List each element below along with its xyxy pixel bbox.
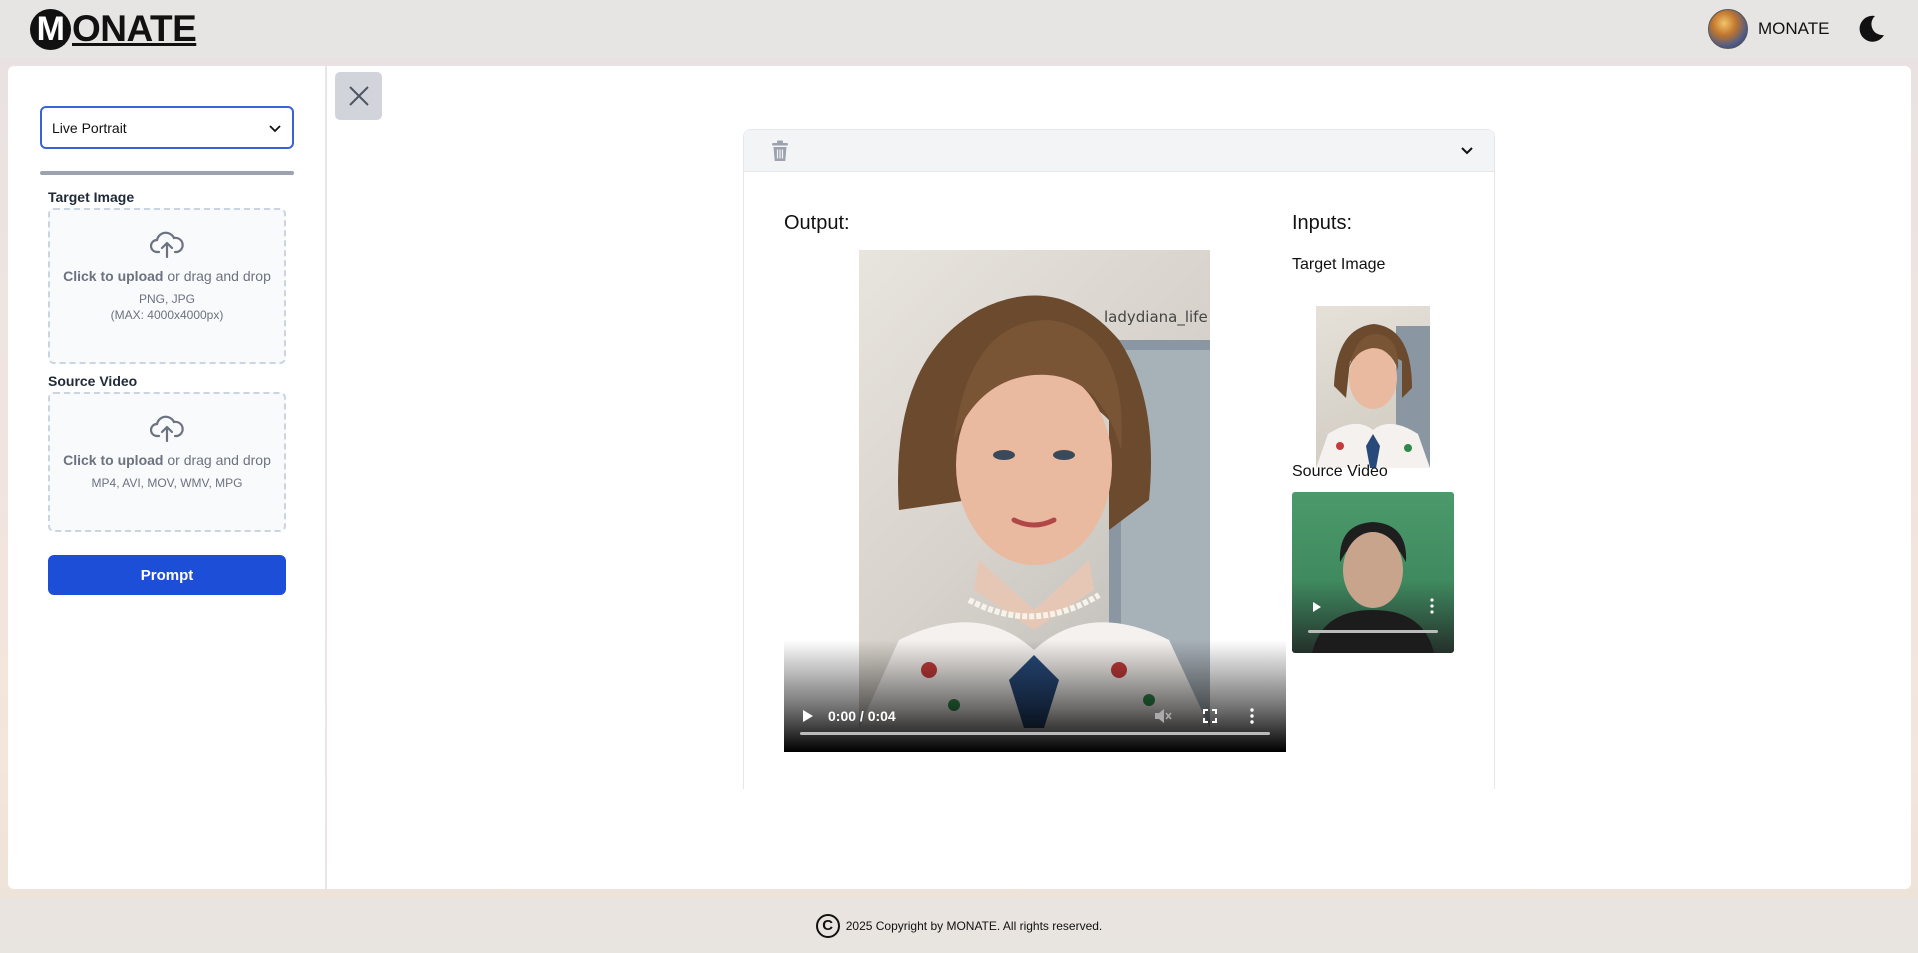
watermark: ladydiana_life [1104,308,1208,327]
source-video-dropzone[interactable]: Click to upload or drag and drop MP4, AV… [48,392,286,532]
video-controls: 0:00 / 0:04 [784,705,1286,727]
footer: C 2025 Copyright by MONATE. All rights r… [0,898,1918,953]
inputs-heading: Inputs: [1292,212,1353,234]
user-name: MONATE [1758,19,1830,38]
target-image-dropzone[interactable]: Click to upload or drag and drop PNG, JP… [48,208,286,364]
video-time: 0:00 / 0:04 [828,708,896,724]
result-card: Output: Inputs: ladydiana_life 0:00 / 0:… [743,129,1495,789]
upload-instruction: Click to upload or drag and drop [63,268,271,284]
mode-select[interactable]: Live Portrait [40,106,294,149]
top-bar: M ONATE MONATE [0,0,1918,58]
more-options-icon[interactable] [1429,598,1435,614]
user-menu[interactable]: MONATE [1708,9,1829,49]
upload-formats: PNG, JPG (MAX: 4000x4000px) [110,292,224,322]
play-icon[interactable] [1312,601,1322,613]
input-source-video-label: Source Video [1292,463,1388,480]
sidebar: Live Portrait Target Image Click to uplo… [8,66,326,889]
more-options-icon[interactable] [1249,708,1255,724]
logo-letter: M [30,8,71,50]
close-icon [348,86,369,106]
mode-select-value: Live Portrait [52,119,127,136]
output-heading: Output: [784,212,850,234]
cloud-upload-icon [150,231,184,259]
cloud-upload-icon [150,415,184,443]
logo-text: ONATE [72,8,197,49]
fullscreen-icon[interactable] [1202,709,1217,723]
main-panel: Output: Inputs: ladydiana_life 0:00 / 0:… [327,66,1911,889]
mute-icon[interactable] [1154,708,1172,724]
monate-logo[interactable]: M ONATE [30,8,197,50]
divider [40,171,294,175]
copyright-icon: C [815,913,840,938]
chevron-down-icon[interactable] [1460,145,1474,157]
upload-instruction: Click to upload or drag and drop [63,452,271,468]
source-video-label: Source Video [48,373,138,389]
target-image-label: Target Image [48,189,135,205]
source-video-frame [1312,522,1434,653]
video-progress-bar[interactable] [800,732,1270,735]
output-video[interactable]: ladydiana_life 0:00 / 0:04 [784,250,1286,752]
chevron-down-icon [269,125,281,133]
input-target-image-label: Target Image [1292,256,1386,273]
trash-icon[interactable] [770,140,790,162]
play-icon[interactable] [802,709,814,723]
close-button[interactable] [335,72,382,120]
source-video-thumbnail[interactable] [1292,492,1454,653]
video-progress-bar[interactable] [1308,630,1438,633]
target-image-thumbnail[interactable] [1316,306,1430,468]
prompt-button[interactable]: Prompt [48,555,286,595]
video-controls-overlay [784,640,1286,752]
avatar[interactable] [1708,9,1748,49]
result-card-header [744,130,1494,172]
dark-mode-toggle-icon[interactable] [1855,13,1887,45]
portrait-thumbnail [1316,324,1430,468]
copyright-text: 2025 Copyright by MONATE. All rights res… [845,918,1103,933]
upload-formats: MP4, AVI, MOV, WMV, MPG [91,476,243,490]
